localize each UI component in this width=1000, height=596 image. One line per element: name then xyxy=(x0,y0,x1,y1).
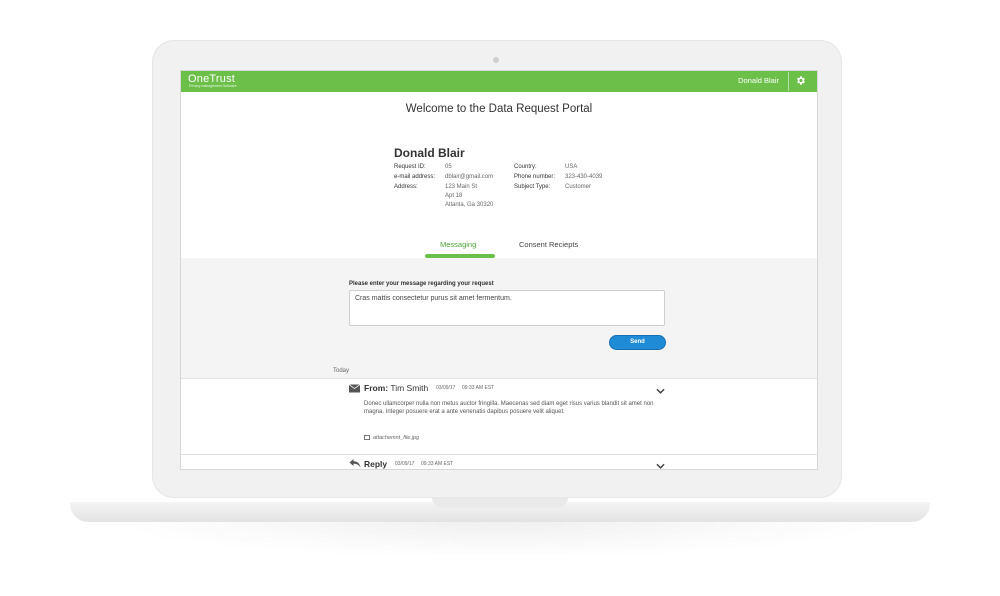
info-label: e-mail address: xyxy=(394,174,436,180)
subject-type-label: Subject Type: xyxy=(514,184,551,190)
request-id-row: Request ID: xyxy=(394,163,426,171)
message-input[interactable]: Cras mattis consectetur purus sit amet f… xyxy=(349,290,665,326)
message-from-prefix: From: xyxy=(364,383,389,393)
app-logo-subtitle: Privacy management Software xyxy=(189,84,237,88)
subject-type-value: Customer xyxy=(565,184,592,190)
message-item[interactable]: Reply 03/09/17 09:33 AM EST xyxy=(181,454,817,469)
user-menu-name[interactable]: Donald Blair xyxy=(738,76,779,85)
envelope-icon xyxy=(349,384,360,393)
email-value: dblair@gmail.com xyxy=(445,174,494,180)
info-label: Address: xyxy=(394,184,418,190)
message-date: 03/09/17 xyxy=(395,461,415,467)
gear-icon[interactable] xyxy=(795,75,806,86)
address-line-1: 123 Main St xyxy=(445,184,478,190)
country-value: USA xyxy=(565,164,578,170)
app-screen: OneTrust Privacy management Software Don… xyxy=(180,70,818,470)
message-time: 09:33 AM EST xyxy=(462,385,495,391)
tab-messaging[interactable]: Messaging xyxy=(440,240,476,249)
laptop-base-notch xyxy=(432,498,568,508)
profile-name: Donald Blair xyxy=(394,146,465,160)
message-reply-prefix: Reply xyxy=(364,459,388,469)
message-item[interactable]: From: Tim Smith 03/09/17 09:33 AM EST Do… xyxy=(181,378,817,454)
top-bar: OneTrust Privacy management Software Don… xyxy=(181,71,817,92)
day-separator-label: Today xyxy=(333,368,350,374)
email-row: e-mail address: xyxy=(394,173,435,181)
top-bar-divider xyxy=(788,72,789,91)
address-row: Address: xyxy=(394,183,418,191)
attachment-link[interactable]: attachemnt_file.jpg xyxy=(364,435,419,441)
message-body: Donec ullamcorper nulla non metus auctor… xyxy=(364,401,654,415)
send-button[interactable]: Send xyxy=(609,335,666,350)
message-sender-name: Tim Smith xyxy=(390,383,429,393)
message-prompt-label: Please enter your message regarding your… xyxy=(349,281,494,287)
message-reply-label: Reply xyxy=(364,459,387,469)
chevron-down-icon[interactable] xyxy=(656,388,665,394)
message-date: 03/09/17 xyxy=(436,385,456,391)
country-label: Country: xyxy=(514,164,537,170)
page-title: Welcome to the Data Request Portal xyxy=(405,103,593,115)
tab-bar: Messaging Consent Reciepts xyxy=(181,239,817,259)
address-line-3: Atlanta, Ga 30320 xyxy=(445,202,494,208)
image-icon xyxy=(364,435,370,440)
info-label: Request ID: xyxy=(394,164,426,170)
request-id-value: 05 xyxy=(445,164,452,170)
tab-consent-receipts[interactable]: Consent Reciepts xyxy=(519,240,578,249)
message-time: 09:33 AM EST xyxy=(421,461,454,467)
address-line-2: Apt 18 xyxy=(445,193,463,199)
camera-icon xyxy=(493,57,499,63)
phone-label: Phone number: xyxy=(514,174,556,180)
attachment-filename: attachemnt_file.jpg xyxy=(373,435,420,441)
reply-icon xyxy=(349,459,361,468)
laptop-shadow xyxy=(110,522,890,558)
message-sender: From: Tim Smith xyxy=(364,383,428,393)
phone-value: 323-430-4039 xyxy=(565,174,603,180)
chevron-down-icon[interactable] xyxy=(656,463,665,469)
